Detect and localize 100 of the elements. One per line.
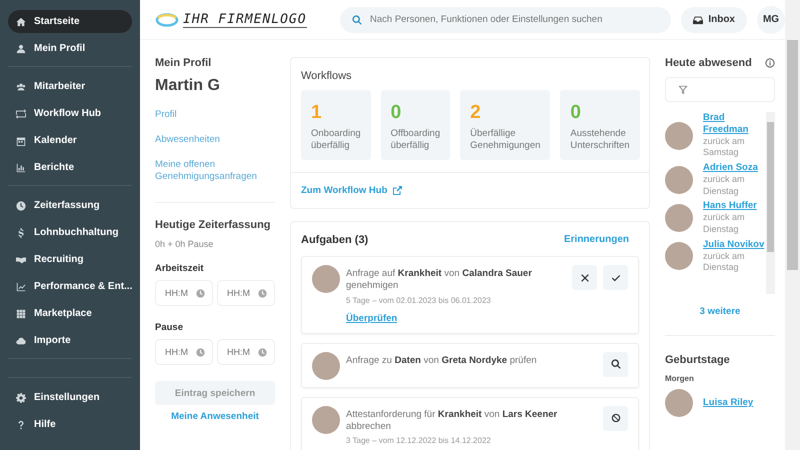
card-title: Workflows	[300, 69, 353, 84]
avatar-photo-placeholder	[312, 406, 340, 434]
settings-icon	[16, 392, 26, 402]
bar-chart-icon	[16, 162, 26, 172]
line-chart-icon	[16, 282, 26, 292]
checkmark-icon	[610, 272, 620, 282]
sidebar-item[interactable]: Lohnbuchhaltung	[8, 221, 132, 244]
inbox-icon	[693, 14, 704, 24]
stat-value: 0	[570, 102, 582, 124]
sidebar-item[interactable]: Berichte	[8, 156, 132, 179]
card-title: Aufgaben (3)	[301, 234, 368, 246]
time-input-field[interactable]: HH:M	[217, 339, 275, 366]
workflow-hub-link[interactable]: Zum Workflow Hub	[301, 185, 388, 196]
time-input-field[interactable]: HH:M	[155, 339, 213, 366]
sidebar-item[interactable]: Hilfe	[8, 413, 132, 436]
search-icon	[610, 359, 620, 370]
stat-label: Onboarding überfällig	[311, 128, 361, 153]
task-description: Attestanforderung für Krankheit von Lars Keener abbrechen	[346, 408, 558, 434]
time-input-field[interactable]: HH:M	[217, 280, 275, 306]
info-icon	[765, 58, 775, 68]
clock-icon	[258, 288, 267, 298]
stat-tile[interactable]: 0 Ausstehende Unterschriften	[560, 90, 640, 160]
approve-button[interactable]	[603, 265, 628, 290]
avatar-photo-placeholder	[312, 265, 340, 293]
avatar-photo-placeholder	[665, 204, 693, 232]
person-link[interactable]: Julia Novikov	[703, 238, 766, 250]
profile-name: Martin G	[155, 77, 221, 95]
profile-link[interactable]: Abwesenheiten	[155, 134, 275, 147]
profile-link[interactable]: Profil	[155, 109, 275, 122]
return-note: zurück am Dienstag	[703, 250, 746, 274]
avatar-photo-placeholder	[665, 389, 693, 417]
time-input-field[interactable]: HH:M	[155, 280, 213, 306]
avatar-photo-placeholder	[665, 166, 693, 194]
review-button[interactable]	[603, 352, 628, 377]
search-icon	[352, 14, 362, 24]
clock-icon	[196, 288, 205, 298]
logo-swoosh-icon	[155, 12, 179, 28]
close-icon	[580, 272, 590, 282]
reminders-link[interactable]: Erinnerungen	[564, 234, 629, 246]
section-heading: Heute abwesend	[665, 57, 752, 69]
task-description: Anfrage auf Krankheit von Calandra Sauer genehmigen	[346, 268, 533, 293]
time-summary: 0h + 0h Pause	[155, 239, 214, 250]
return-note: zurück am Dienstag	[703, 174, 746, 198]
stat-tile[interactable]: 2 Überfällige Genehmigungen	[460, 90, 550, 160]
logo-text: IHR FIRMENLOGO	[183, 12, 307, 28]
avatar-photo-placeholder	[312, 352, 340, 380]
filter-icon	[678, 84, 688, 94]
sidebar-item[interactable]: Marketplace	[8, 302, 132, 325]
stat-label: Offboarding überfällig	[390, 128, 440, 153]
prohibited-icon	[610, 413, 620, 424]
person-link[interactable]: Hans Huffer	[703, 200, 766, 212]
person-icon	[16, 44, 26, 54]
stat-label: Überfällige Genehmigungen	[470, 128, 540, 153]
sidebar-item[interactable]: Mein Profil	[8, 37, 132, 60]
return-note: zurück am Samstag	[703, 136, 746, 160]
filter-field[interactable]	[665, 77, 775, 102]
task-dates: 3 Tage – vom 12.12.2022 bis 14.12.2022	[346, 436, 492, 446]
handshake-icon	[16, 254, 26, 264]
attendance-link[interactable]: Meine Anwesenheit	[155, 411, 275, 422]
avatar-photo-placeholder	[665, 122, 693, 150]
section-heading: Mein Profil	[155, 57, 212, 69]
section-heading: Geburtstage	[665, 354, 731, 366]
section-heading: Heutige Zeiterfassung	[155, 219, 272, 232]
day-label: Morgen	[665, 374, 695, 383]
more-link[interactable]: 3 weitere	[665, 306, 775, 317]
person-link[interactable]: Luisa Riley	[703, 397, 754, 409]
person-link[interactable]: Brad Freedman	[703, 112, 766, 136]
stat-label: Ausstehende Unterschriften	[570, 128, 630, 153]
task-dates: 5 Tage – vom 02.01.2023 bis 06.01.2023	[346, 296, 492, 305]
home-icon	[16, 16, 26, 26]
stat-tile[interactable]: 0 Offboarding überfällig	[380, 90, 450, 160]
help-icon	[16, 420, 26, 430]
cancel-button[interactable]	[603, 406, 628, 431]
avatar-photo-placeholder	[665, 242, 693, 270]
review-link[interactable]: Überprüfen	[346, 312, 398, 324]
sidebar-item[interactable]: Mitarbeiter	[8, 75, 132, 98]
sidebar-item[interactable]: Startseite	[8, 10, 132, 33]
sidebar-item[interactable]: Zeiterfassung	[8, 194, 132, 217]
clock-icon	[258, 348, 267, 357]
inbox-button[interactable]: Inbox	[681, 6, 747, 32]
search-field[interactable]: Nach Personen, Funktionen oder Einstellungen suchen	[340, 6, 672, 32]
person-link[interactable]: Adrien Soza	[703, 162, 766, 174]
dollar-icon	[16, 228, 26, 238]
calendar-icon	[16, 136, 26, 146]
user-avatar[interactable]: MG	[757, 6, 785, 34]
clock-icon	[16, 200, 26, 210]
profile-link[interactable]: Meine offenen Genehmigungsanfragen	[155, 158, 275, 184]
people-icon	[16, 82, 26, 92]
sidebar-item[interactable]: Kalender	[8, 129, 132, 152]
reject-button[interactable]	[572, 265, 597, 290]
sidebar-item[interactable]: Einstellungen	[8, 386, 132, 409]
stat-value: 0	[390, 102, 402, 124]
sidebar-item[interactable]: Recruiting	[8, 248, 132, 271]
sidebar-item[interactable]: Performance & Ent...	[8, 275, 132, 298]
sidebar-item[interactable]: Importe	[8, 329, 132, 352]
stat-tile[interactable]: 1 Onboarding überfällig	[301, 90, 371, 160]
sidebar-item[interactable]: Workflow Hub	[8, 102, 132, 125]
grid-icon	[16, 308, 26, 318]
field-label: Pause	[155, 322, 184, 334]
cloud-icon	[16, 336, 26, 346]
